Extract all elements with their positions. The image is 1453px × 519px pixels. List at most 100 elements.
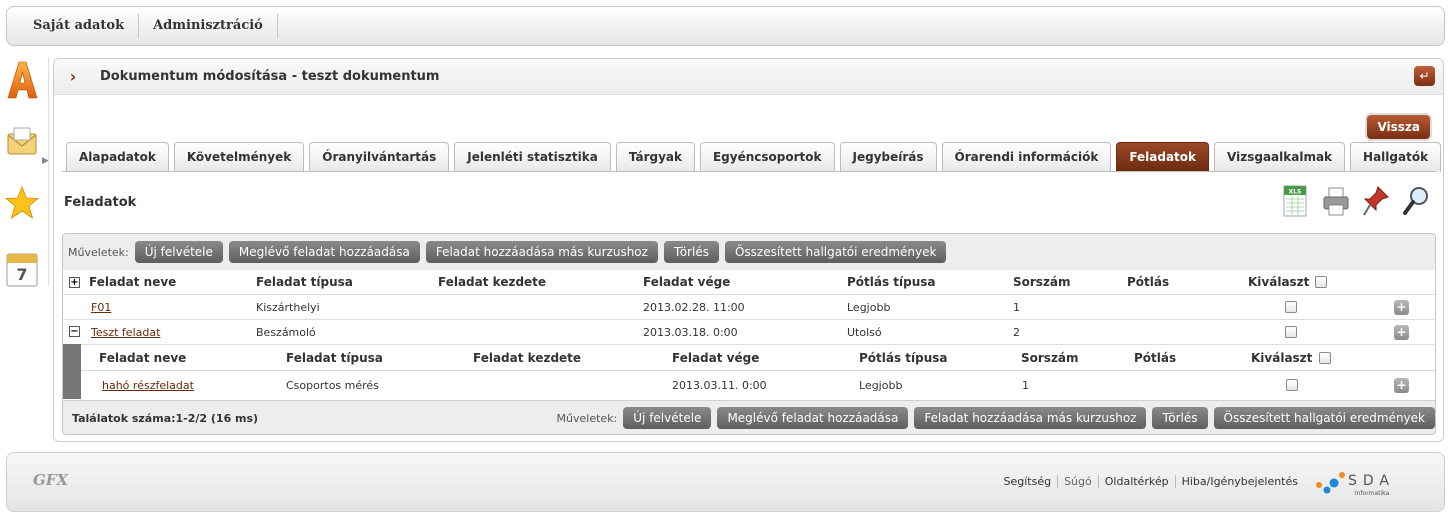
task-name-link[interactable]: F01: [91, 295, 111, 320]
tab-feladatok[interactable]: Feladatok: [1116, 142, 1210, 172]
chevron-right-icon: ›: [69, 67, 77, 86]
subtask-grid: Feladat neve Feladat típusa Feladat kezd…: [63, 344, 1435, 399]
tab-vizsgaalkalmak[interactable]: Vizsgaalkalmak: [1214, 142, 1346, 172]
sda-brand: SDA: [1348, 473, 1395, 489]
makeup-type: Legjobb: [847, 301, 891, 314]
tab-oranyilvantartas[interactable]: Óranyilvántartás: [309, 142, 450, 172]
task-type: Csoportos mérés: [286, 379, 379, 392]
order-number: 2: [1013, 326, 1020, 339]
row-checkbox[interactable]: [1285, 326, 1297, 338]
calendar-day: 7: [16, 265, 27, 284]
operations-label: Műveletek:: [556, 411, 618, 425]
collapse-row-icon[interactable]: −: [69, 326, 80, 337]
order-number: 1: [1022, 379, 1029, 392]
back-button[interactable]: Vissza: [1367, 115, 1430, 139]
bug-report-link[interactable]: Hiba/Igénybejelentés: [1174, 475, 1304, 488]
column-header[interactable]: Feladat kezdete: [473, 346, 581, 371]
column-header[interactable]: Feladat vége: [643, 270, 730, 295]
tab-underline: [62, 171, 1435, 172]
toolbar-icons: XLS: [1281, 184, 1431, 218]
tab-jegybeiras[interactable]: Jegybeírás: [839, 142, 937, 172]
column-header[interactable]: Pótlás: [1134, 346, 1176, 371]
subtask-name-link[interactable]: hahó részfeladat: [102, 373, 194, 398]
column-header[interactable]: Pótlás: [1127, 270, 1169, 295]
tab-bar: Alapadatok Követelmények Óranyilvántartá…: [66, 142, 1446, 172]
search-icon[interactable]: [1401, 184, 1431, 218]
new-task-button[interactable]: Új felvétele: [134, 241, 223, 263]
xls-label: XLS: [1289, 189, 1302, 196]
footer-operations-bar: Műveletek: Új felvétele Meglévő feladat …: [557, 407, 1435, 429]
select-all-checkbox[interactable]: [1315, 276, 1327, 288]
pin-icon[interactable]: [1361, 184, 1391, 218]
subtable-header: Feladat neve Feladat típusa Feladat kezd…: [81, 346, 1435, 371]
column-header[interactable]: Feladat típusa: [256, 270, 353, 295]
row-action-plus-icon[interactable]: +: [1394, 300, 1409, 315]
task-type: Kiszárthelyi: [256, 301, 320, 314]
column-header[interactable]: Sorszám: [1021, 346, 1079, 371]
operations-bar: Műveletek: Új felvétele Meglévő feladat …: [63, 234, 1435, 270]
aggregated-results-button[interactable]: Összesített hallgatói eredmények: [724, 241, 947, 263]
manual-link[interactable]: Súgó: [1057, 475, 1098, 488]
tab-hallgatok[interactable]: Hallgatók: [1350, 142, 1442, 172]
nav-item-sajat-adatok[interactable]: Saját adatok: [19, 14, 140, 38]
order-number: 1: [1013, 301, 1020, 314]
task-name-link[interactable]: Teszt feladat: [91, 320, 160, 345]
task-end: 2013.03.11. 0:00: [672, 379, 767, 392]
column-header[interactable]: Pótlás típusa: [859, 346, 948, 371]
top-navigation: Saját adatok Adminisztráció: [6, 6, 1445, 46]
tab-alapadatok[interactable]: Alapadatok: [66, 142, 169, 172]
print-icon[interactable]: [1321, 184, 1351, 218]
expand-all-icon[interactable]: +: [69, 277, 80, 288]
sda-brand-sub: Informatika: [1355, 490, 1390, 497]
add-task-other-course-button[interactable]: Feladat hozzáadása más kurzushoz: [425, 241, 658, 263]
result-count: Találatok száma:1-2/2 (16 ms): [72, 412, 259, 425]
delete-button[interactable]: Törlés: [663, 241, 719, 263]
column-header[interactable]: Feladat típusa: [286, 346, 383, 371]
row-action-plus-icon[interactable]: +: [1394, 378, 1409, 393]
column-header[interactable]: Pótlás típusa: [847, 270, 936, 295]
nav-item-adminisztracio[interactable]: Adminisztráció: [139, 14, 278, 38]
gfx-logo: GFX: [33, 471, 69, 489]
column-header[interactable]: Feladat kezdete: [438, 270, 546, 295]
tab-targyak[interactable]: Tárgyak: [615, 142, 695, 172]
footer-links: Segítség Súgó Oldaltérkép Hiba/Igénybeje…: [997, 475, 1304, 488]
star-icon[interactable]: [5, 184, 39, 224]
add-existing-task-button[interactable]: Meglévő feladat hozzáadása: [228, 241, 420, 263]
row-checkbox[interactable]: [1286, 379, 1298, 391]
tab-egyencsoportok[interactable]: Egyéncsoportok: [699, 142, 835, 172]
table-row: F01 Kiszárthelyi 2013.02.28. 11:00 Legjo…: [63, 295, 1435, 320]
excel-export-icon[interactable]: XLS: [1281, 184, 1311, 218]
calendar-icon[interactable]: 7: [5, 248, 39, 288]
envelope-icon[interactable]: [5, 122, 39, 162]
new-task-button[interactable]: Új felvétele: [623, 407, 712, 429]
add-existing-task-button[interactable]: Meglévő feladat hozzáadása: [717, 407, 909, 429]
add-task-other-course-button[interactable]: Feladat hozzáadása más kurzushoz: [914, 407, 1147, 429]
task-type: Beszámoló: [256, 326, 316, 339]
column-header[interactable]: Feladat neve: [99, 346, 186, 371]
makeup-type: Legjobb: [859, 379, 903, 392]
return-icon[interactable]: ↵: [1414, 66, 1435, 86]
row-checkbox[interactable]: [1285, 301, 1297, 313]
page-title: Dokumentum módosítása - teszt dokumentum: [100, 69, 440, 84]
section-title: Feladatok: [64, 195, 137, 210]
aggregated-results-button[interactable]: Összesített hallgatói eredmények: [1213, 407, 1435, 429]
sda-logo: SDA Informatika: [1316, 472, 1395, 497]
operations-label: Műveletek:: [68, 245, 129, 259]
column-header[interactable]: Feladat vége: [672, 346, 759, 371]
letter-a-icon[interactable]: [5, 60, 39, 100]
left-sidebar: 7 ▶: [0, 56, 49, 306]
page-header: › Dokumentum módosítása - teszt dokument…: [54, 59, 1443, 95]
row-action-plus-icon[interactable]: +: [1394, 325, 1409, 340]
column-header[interactable]: Kiválaszt: [1248, 270, 1309, 295]
help-link[interactable]: Segítség: [997, 475, 1057, 488]
column-header[interactable]: Sorszám: [1013, 270, 1071, 295]
column-header[interactable]: Kiválaszt: [1251, 346, 1312, 371]
sitemap-link[interactable]: Oldaltérkép: [1097, 475, 1175, 488]
tab-kovetelmenyek[interactable]: Követelmények: [173, 142, 305, 172]
column-header[interactable]: Feladat neve: [89, 270, 176, 295]
select-all-sub-checkbox[interactable]: [1319, 352, 1331, 364]
delete-button[interactable]: Törlés: [1152, 407, 1208, 429]
tab-orarendi-informaciok[interactable]: Órarendi információk: [941, 142, 1112, 172]
main-panel: › Dokumentum módosítása - teszt dokument…: [53, 58, 1444, 442]
tab-jelenleti-statisztika[interactable]: Jelenléti statisztika: [454, 142, 611, 172]
